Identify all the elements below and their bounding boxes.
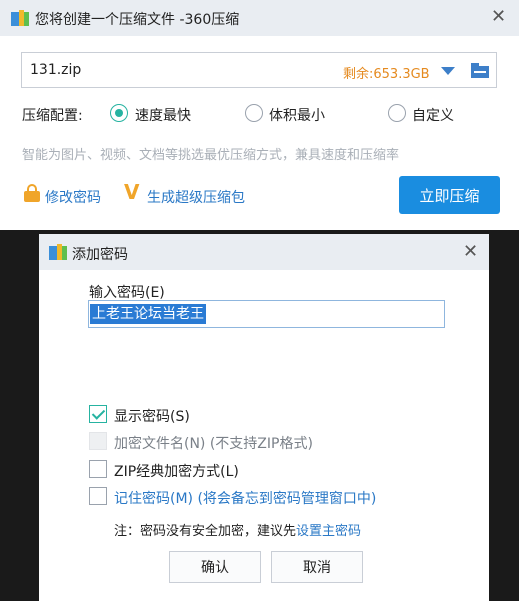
encrypt-filename-checkbox[interactable] — [89, 432, 107, 450]
archive-path-field[interactable]: 131.zip 剩余:653.3GB — [21, 52, 497, 88]
ok-button[interactable]: 确认 — [169, 551, 261, 583]
add-password-dialog: 添加密码 ✕ 输入密码(E) 上老王论坛当老王 显示密码(S) 加密文件名(N)… — [39, 234, 489, 601]
compress-hint-text: 智能为图片、视频、文档等挑选最优压缩方式，兼具速度和压缩率 — [22, 148, 400, 163]
window-title: 您将创建一个压缩文件 -360压缩 — [35, 12, 240, 28]
close-icon[interactable]: ✕ — [463, 243, 478, 261]
security-note-text: 注：密码没有安全加密，建议先 — [114, 524, 297, 539]
remember-password-checkbox[interactable] — [89, 487, 107, 505]
title-bar: 您将创建一个压缩文件 -360压缩 ✕ — [0, 0, 519, 36]
free-space-text: 剩余:653.3GB — [343, 67, 430, 82]
super-pack-link[interactable]: 生成超级压缩包 — [147, 187, 245, 207]
compress-config-label: 压缩配置: — [22, 108, 83, 124]
super-pack-v-icon: V — [124, 180, 140, 204]
radio-fastest[interactable] — [110, 104, 128, 122]
dropdown-arrow-icon[interactable] — [441, 67, 455, 75]
radio-fastest-label[interactable]: 速度最快 — [135, 105, 191, 125]
app-logo-icon — [49, 244, 67, 260]
radio-smallest-label[interactable]: 体积最小 — [269, 105, 325, 125]
change-password-link[interactable]: 修改密码 — [45, 187, 101, 207]
lock-icon — [24, 184, 40, 202]
set-master-password-link[interactable]: 设置主密码 — [296, 524, 361, 539]
zip-classic-label[interactable]: ZIP经典加密方式(L) — [114, 461, 239, 481]
password-input-label: 输入密码(E) — [89, 285, 165, 301]
show-password-checkbox[interactable] — [89, 405, 107, 423]
remember-password-label[interactable]: 记住密码(M) (将会备忘到密码管理窗口中) — [114, 488, 376, 508]
password-input[interactable]: 上老王论坛当老王 — [88, 300, 445, 328]
radio-smallest[interactable] — [245, 104, 263, 122]
compress-now-button[interactable]: 立即压缩 — [399, 176, 500, 214]
password-value[interactable]: 上老王论坛当老王 — [90, 304, 206, 324]
folder-icon[interactable] — [471, 63, 489, 78]
radio-custom[interactable] — [388, 104, 406, 122]
zip-classic-checkbox[interactable] — [89, 460, 107, 478]
cancel-button[interactable]: 取消 — [271, 551, 363, 583]
close-icon[interactable]: ✕ — [491, 8, 506, 26]
archive-file-name[interactable]: 131.zip — [30, 62, 81, 78]
show-password-label[interactable]: 显示密码(S) — [114, 406, 190, 426]
dialog-title: 添加密码 — [72, 247, 128, 263]
app-logo-icon — [11, 10, 29, 26]
dialog-title-bar: 添加密码 ✕ — [39, 234, 489, 270]
security-note: 注：密码没有安全加密，建议先设置主密码 — [114, 520, 361, 539]
compress-window: 您将创建一个压缩文件 -360压缩 ✕ 131.zip 剩余:653.3GB 压… — [0, 0, 519, 230]
radio-custom-label[interactable]: 自定义 — [412, 105, 454, 125]
encrypt-filename-label: 加密文件名(N) (不支持ZIP格式) — [114, 436, 313, 452]
